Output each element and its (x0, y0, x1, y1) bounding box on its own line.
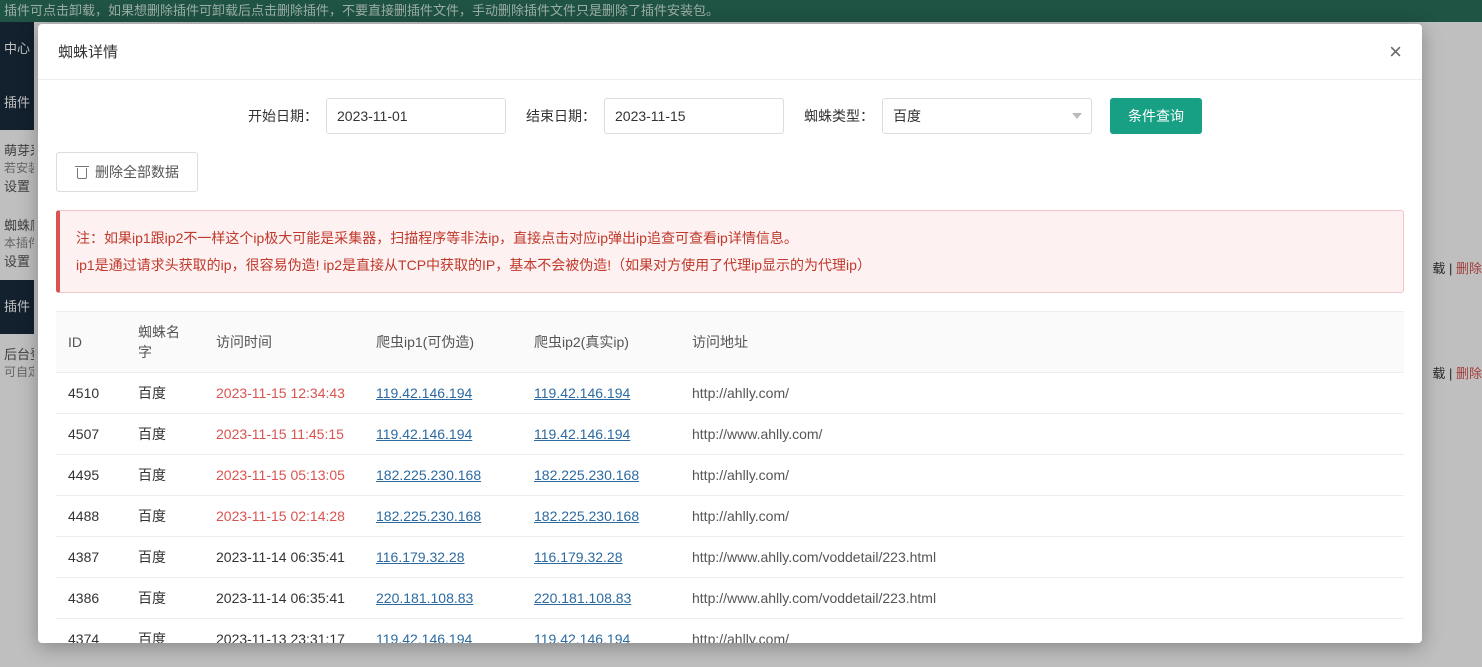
cell-url: http://www.ahlly.com/voddetail/223.html (680, 537, 1404, 578)
cell-time: 2023-11-14 06:35:41 (204, 578, 364, 619)
cell-ip2: 119.42.146.194 (522, 619, 680, 643)
ip1-link[interactable]: 119.42.146.194 (376, 426, 472, 442)
alert-line-1: 注：如果ip1跟ip2不一样这个ip极大可能是采集器，扫描程序等非法ip，直接点… (76, 225, 1387, 252)
ip1-link[interactable]: 182.225.230.168 (376, 467, 481, 483)
end-date-input[interactable] (604, 98, 784, 134)
cell-id: 4507 (56, 414, 126, 455)
table-row: 4386百度2023-11-14 06:35:41 220.181.108.83 2… (56, 578, 1404, 619)
th-url: 访问地址 (680, 312, 1404, 373)
spider-log-table: ID 蜘蛛名字 访问时间 爬虫ip1(可伪造) 爬虫ip2(真实ip) 访问地址… (56, 311, 1404, 643)
spider-type-value: 百度 (893, 106, 921, 126)
cell-ip1: 116.179.32.28 (364, 537, 522, 578)
cell-ip1: 182.225.230.168 (364, 455, 522, 496)
table-header-row: ID 蜘蛛名字 访问时间 爬虫ip1(可伪造) 爬虫ip2(真实ip) 访问地址 (56, 312, 1404, 373)
spider-detail-modal: 蜘蛛详情 × 开始日期： 结束日期： 蜘蛛类型： 百度 条件查询 删除全部数据 … (38, 24, 1422, 643)
cell-url: http://ahlly.com/ (680, 619, 1404, 643)
modal-title: 蜘蛛详情 (58, 41, 118, 62)
table-row: 4510百度2023-11-15 12:34:43 119.42.146.194 1… (56, 373, 1404, 414)
table-row: 4507百度2023-11-15 11:45:15 119.42.146.194 1… (56, 414, 1404, 455)
cell-name: 百度 (126, 496, 204, 537)
delete-all-label: 删除全部数据 (95, 162, 179, 182)
th-ip2: 爬虫ip2(真实ip) (522, 312, 680, 373)
start-date-label: 开始日期： (248, 106, 318, 126)
cell-ip2: 116.179.32.28 (522, 537, 680, 578)
spider-type-select[interactable]: 百度 (882, 98, 1092, 134)
query-button[interactable]: 条件查询 (1110, 98, 1202, 134)
cell-name: 百度 (126, 619, 204, 643)
trash-icon (75, 165, 89, 179)
cell-url: http://ahlly.com/ (680, 373, 1404, 414)
ip1-link[interactable]: 116.179.32.28 (376, 549, 465, 565)
th-name: 蜘蛛名字 (126, 312, 204, 373)
start-date-input[interactable] (326, 98, 506, 134)
modal-body[interactable]: 开始日期： 结束日期： 蜘蛛类型： 百度 条件查询 删除全部数据 注：如果ip1… (38, 80, 1422, 643)
ip2-link[interactable]: 116.179.32.28 (534, 549, 623, 565)
alert-line-2: ip1是通过请求头获取的ip，很容易伪造! ip2是直接从TCP中获取的IP，基… (76, 252, 1387, 279)
cell-id: 4386 (56, 578, 126, 619)
ip2-link[interactable]: 119.42.146.194 (534, 385, 630, 401)
th-id: ID (56, 312, 126, 373)
cell-name: 百度 (126, 455, 204, 496)
cell-time: 2023-11-13 23:31:17 (204, 619, 364, 643)
ip2-link[interactable]: 182.225.230.168 (534, 467, 639, 483)
cell-time: 2023-11-15 02:14:28 (204, 496, 364, 537)
cell-name: 百度 (126, 578, 204, 619)
cell-url: http://ahlly.com/ (680, 455, 1404, 496)
ip2-link[interactable]: 119.42.146.194 (534, 426, 630, 442)
spider-type-label: 蜘蛛类型： (804, 106, 874, 126)
cell-id: 4374 (56, 619, 126, 643)
ip1-link[interactable]: 182.225.230.168 (376, 508, 481, 524)
cell-time: 2023-11-14 06:35:41 (204, 537, 364, 578)
cell-id: 4510 (56, 373, 126, 414)
cell-url: http://www.ahlly.com/voddetail/223.html (680, 578, 1404, 619)
cell-name: 百度 (126, 373, 204, 414)
cell-name: 百度 (126, 414, 204, 455)
end-date-label: 结束日期： (526, 106, 596, 126)
cell-name: 百度 (126, 537, 204, 578)
chevron-down-icon (1072, 113, 1082, 119)
filter-row: 开始日期： 结束日期： 蜘蛛类型： 百度 条件查询 (56, 98, 1404, 134)
cell-time: 2023-11-15 11:45:15 (204, 414, 364, 455)
cell-ip1: 119.42.146.194 (364, 373, 522, 414)
ip1-link[interactable]: 119.42.146.194 (376, 631, 472, 643)
table-row: 4387百度2023-11-14 06:35:41 116.179.32.28 11… (56, 537, 1404, 578)
modal-close-button[interactable]: × (1389, 41, 1402, 63)
delete-all-button[interactable]: 删除全部数据 (56, 152, 198, 192)
table-row: 4488百度2023-11-15 02:14:28 182.225.230.168… (56, 496, 1404, 537)
table-row: 4495百度2023-11-15 05:13:05 182.225.230.168… (56, 455, 1404, 496)
cell-ip2: 119.42.146.194 (522, 414, 680, 455)
cell-ip2: 119.42.146.194 (522, 373, 680, 414)
cell-ip2: 220.181.108.83 (522, 578, 680, 619)
ip2-link[interactable]: 119.42.146.194 (534, 631, 630, 643)
ip2-link[interactable]: 182.225.230.168 (534, 508, 639, 524)
warning-alert: 注：如果ip1跟ip2不一样这个ip极大可能是采集器，扫描程序等非法ip，直接点… (56, 210, 1404, 293)
ip1-link[interactable]: 220.181.108.83 (376, 590, 473, 606)
cell-ip2: 182.225.230.168 (522, 455, 680, 496)
cell-id: 4387 (56, 537, 126, 578)
modal-header: 蜘蛛详情 × (38, 24, 1422, 80)
cell-time: 2023-11-15 05:13:05 (204, 455, 364, 496)
th-ip1: 爬虫ip1(可伪造) (364, 312, 522, 373)
cell-ip1: 182.225.230.168 (364, 496, 522, 537)
cell-url: http://www.ahlly.com/ (680, 414, 1404, 455)
table-row: 4374百度2023-11-13 23:31:17 119.42.146.194 1… (56, 619, 1404, 643)
cell-ip1: 119.42.146.194 (364, 619, 522, 643)
cell-ip2: 182.225.230.168 (522, 496, 680, 537)
ip2-link[interactable]: 220.181.108.83 (534, 590, 631, 606)
cell-id: 4488 (56, 496, 126, 537)
cell-time: 2023-11-15 12:34:43 (204, 373, 364, 414)
cell-id: 4495 (56, 455, 126, 496)
cell-ip1: 220.181.108.83 (364, 578, 522, 619)
cell-url: http://ahlly.com/ (680, 496, 1404, 537)
ip1-link[interactable]: 119.42.146.194 (376, 385, 472, 401)
th-time: 访问时间 (204, 312, 364, 373)
cell-ip1: 119.42.146.194 (364, 414, 522, 455)
